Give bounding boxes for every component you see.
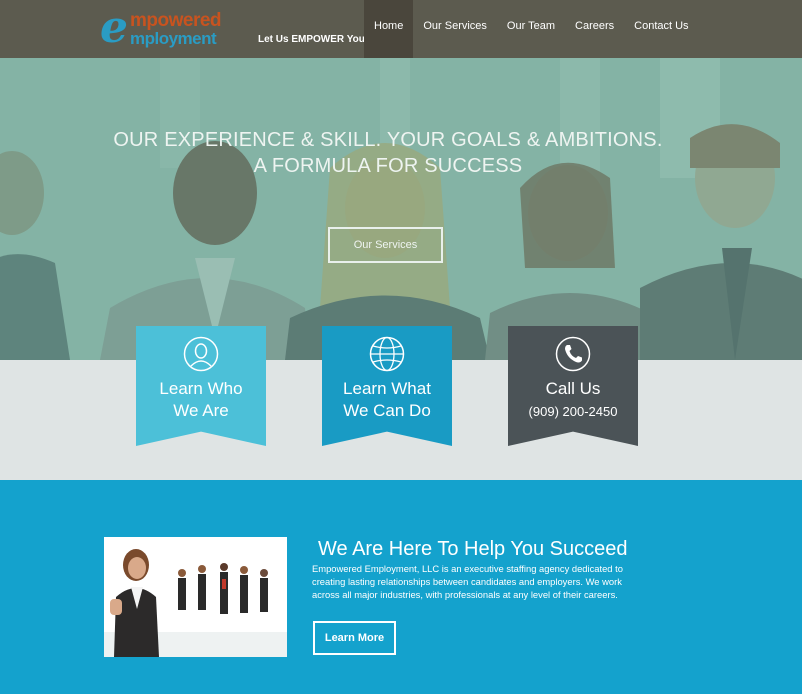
header-tagline: Let Us EMPOWER You! <box>258 34 369 45</box>
hero-title-line-1: OUR EXPERIENCE & SKILL. YOUR GOALS & AMB… <box>113 129 663 151</box>
main-nav: Home Our Services Our Team Careers Conta… <box>364 0 699 58</box>
hero-background-image <box>0 58 802 360</box>
nav-item-contact-us[interactable]: Contact Us <box>624 0 698 58</box>
nav-item-our-services[interactable]: Our Services <box>413 0 497 58</box>
feature-subtitle: We Are <box>173 401 229 420</box>
phone-icon <box>555 336 591 372</box>
feature-learn-what-we-can-do[interactable]: Learn What We Can Do <box>322 326 452 446</box>
our-services-button[interactable]: Our Services <box>328 227 443 263</box>
about-section: We Are Here To Help You Succeed Empowere… <box>0 480 802 694</box>
user-icon <box>183 336 219 372</box>
about-body: Empowered Employment, LLC is an executiv… <box>312 563 623 600</box>
feature-title: Learn Who <box>159 379 243 398</box>
feature-phone-number[interactable]: (909) 200-2450 <box>508 404 638 419</box>
feature-title: Call Us <box>545 379 601 398</box>
nav-item-our-team[interactable]: Our Team <box>497 0 565 58</box>
feature-title: Learn What <box>343 379 431 398</box>
team-photo <box>104 537 287 657</box>
globe-icon <box>369 336 405 372</box>
logo-letter: e <box>100 2 128 53</box>
feature-learn-who-we-are[interactable]: Learn Who We Are <box>136 326 266 446</box>
site-header: e mpowered mployment Let Us EMPOWER You!… <box>0 0 802 58</box>
about-title: We Are Here To Help You Succeed <box>318 538 628 560</box>
nav-item-home[interactable]: Home <box>364 0 414 58</box>
site-logo[interactable]: e mpowered mployment <box>100 6 240 50</box>
learn-more-button[interactable]: Learn More <box>313 621 396 655</box>
hero-banner: OUR EXPERIENCE & SKILL. YOUR GOALS & AMB… <box>0 58 802 360</box>
nav-item-careers[interactable]: Careers <box>565 0 624 58</box>
logo-line-2: mployment <box>130 29 217 48</box>
feature-subtitle: We Can Do <box>343 401 431 420</box>
hero-title-line-2: A FORMULA FOR SUCCESS <box>253 155 523 177</box>
feature-call-us[interactable]: Call Us (909) 200-2450 <box>508 326 638 446</box>
